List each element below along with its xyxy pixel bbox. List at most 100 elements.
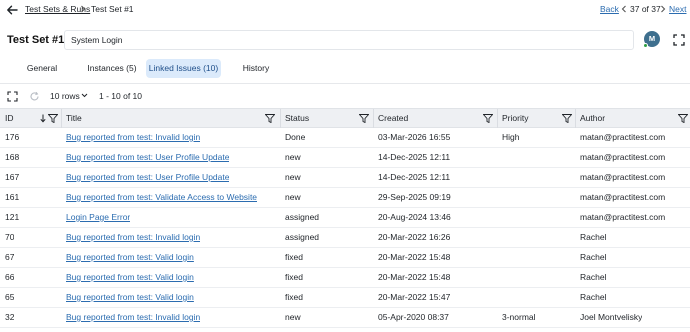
cell-author: Rachel (580, 252, 607, 262)
cell-status: new (285, 172, 301, 182)
cell-title-link[interactable]: Login Page Error (66, 208, 130, 227)
cell-author: Joel Montvelisky (580, 312, 643, 322)
grid-toolbar: 10 rows 1 - 10 of 10 (0, 88, 690, 106)
tab-history[interactable]: History (238, 59, 274, 78)
column-header-priority[interactable]: Priority (502, 109, 528, 128)
cell-id: 176 (5, 132, 20, 142)
table-row[interactable]: 70 Bug reported from test: Invalid login… (0, 228, 690, 248)
record-position: 37 of 37 (630, 4, 661, 14)
cell-id: 65 (5, 292, 15, 302)
cell-title-link[interactable]: Bug reported from test: User Profile Upd… (66, 148, 229, 167)
column-header-id[interactable]: ID (5, 109, 14, 128)
column-header-title[interactable]: Title (66, 109, 82, 128)
tab-bar: General Instances (5) Linked Issues (10)… (0, 58, 690, 84)
cell-created: 20-Mar-2022 15:48 (378, 272, 451, 282)
column-divider (575, 109, 576, 128)
sort-down-icon[interactable] (40, 114, 46, 123)
cell-status: Done (285, 132, 306, 142)
name-field[interactable]: System Login (64, 30, 634, 50)
cell-created: 14-Dec-2025 12:11 (378, 152, 451, 162)
cell-status: fixed (285, 272, 303, 282)
tab-instances[interactable]: Instances (5) (83, 59, 141, 78)
next-link[interactable]: Next (669, 4, 686, 14)
cell-created: 05-Apr-2020 08:37 (378, 312, 449, 322)
cell-status: new (285, 152, 301, 162)
cell-status: fixed (285, 252, 303, 262)
cell-title-link[interactable]: Bug reported from test: Valid login (66, 248, 194, 267)
column-header-status[interactable]: Status (285, 109, 309, 128)
cell-status: fixed (285, 292, 303, 302)
column-divider (373, 109, 374, 128)
tab-general[interactable]: General (23, 59, 61, 78)
table-row[interactable]: 32 Bug reported from test: Invalid login… (0, 308, 690, 328)
cell-id: 32 (5, 312, 15, 322)
cell-status: new (285, 312, 301, 322)
filter-icon[interactable] (483, 114, 493, 123)
cell-id: 161 (5, 192, 20, 202)
chevron-left-icon[interactable] (621, 5, 627, 13)
table-row[interactable]: 121 Login Page Error assigned 20-Aug-202… (0, 208, 690, 228)
cell-created: 03-Mar-2026 16:55 (378, 132, 451, 142)
rows-per-page-select[interactable]: 10 rows (50, 91, 80, 101)
filter-icon[interactable] (562, 114, 572, 123)
pagination-range: 1 - 10 of 10 (99, 91, 143, 101)
cell-status: assigned (285, 232, 320, 242)
cell-priority: 3-normal (502, 312, 536, 322)
table-row[interactable]: 176 Bug reported from test: Invalid logi… (0, 128, 690, 148)
top-bar: Test Sets & Runs Test Set #1 Back 37 of … (0, 0, 690, 20)
cell-id: 167 (5, 172, 20, 182)
cell-created: 20-Mar-2022 16:26 (378, 232, 451, 242)
table-row[interactable]: 66 Bug reported from test: Valid login f… (0, 268, 690, 288)
table-row[interactable]: 168 Bug reported from test: User Profile… (0, 148, 690, 168)
expand-icon[interactable] (7, 91, 18, 102)
back-link[interactable]: Back (600, 4, 619, 14)
back-arrow-icon[interactable] (6, 4, 18, 16)
chevron-right-icon[interactable] (660, 5, 666, 13)
cell-title-link[interactable]: Bug reported from test: Invalid login (66, 228, 200, 247)
table-row[interactable]: 65 Bug reported from test: Valid login f… (0, 288, 690, 308)
cell-id: 168 (5, 152, 20, 162)
cell-author: matan@practitest.com (580, 152, 666, 162)
table-row[interactable]: 67 Bug reported from test: Valid login f… (0, 248, 690, 268)
column-divider (497, 109, 498, 128)
expand-icon[interactable] (672, 33, 686, 47)
filter-icon[interactable] (265, 114, 275, 123)
column-divider (61, 109, 62, 128)
cell-title-link[interactable]: Bug reported from test: Valid login (66, 288, 194, 307)
cell-created: 14-Dec-2025 12:11 (378, 172, 451, 182)
cell-status: assigned (285, 212, 320, 222)
column-header-created[interactable]: Created (378, 109, 408, 128)
filter-icon[interactable] (359, 114, 369, 123)
cell-title-link[interactable]: Bug reported from test: Invalid login (66, 128, 200, 147)
cell-title-link[interactable]: Bug reported from test: User Profile Upd… (66, 168, 229, 187)
cell-id: 67 (5, 252, 15, 262)
cell-title-link[interactable]: Bug reported from test: Valid login (66, 268, 194, 287)
cell-created: 29-Sep-2025 09:19 (378, 192, 451, 202)
cell-title-link[interactable]: Bug reported from test: Validate Access … (66, 188, 257, 207)
breadcrumb-current: Test Set #1 (91, 4, 134, 14)
column-header-author[interactable]: Author (580, 109, 605, 128)
table-row[interactable]: 161 Bug reported from test: Validate Acc… (0, 188, 690, 208)
tab-linked-issues[interactable]: Linked Issues (10) (146, 59, 221, 78)
page-title: Test Set #1 (7, 34, 65, 46)
cell-priority: High (502, 132, 520, 142)
cell-created: 20-Mar-2022 15:48 (378, 252, 451, 262)
refresh-icon[interactable] (29, 91, 40, 102)
cell-author: matan@practitest.com (580, 192, 666, 202)
cell-id: 66 (5, 272, 15, 282)
filter-icon[interactable] (48, 114, 58, 123)
chevron-down-icon[interactable] (81, 93, 88, 98)
column-divider (280, 109, 281, 128)
cell-title-link[interactable]: Bug reported from test: Invalid login (66, 308, 200, 327)
cell-author: Rachel (580, 272, 607, 282)
table-header: ID Title Status Created Priority Author (0, 108, 690, 128)
filter-icon[interactable] (678, 114, 688, 123)
cell-status: new (285, 192, 301, 202)
presence-status-dot (643, 43, 648, 48)
cell-created: 20-Aug-2024 13:46 (378, 212, 451, 222)
cell-id: 121 (5, 212, 20, 222)
table-row[interactable]: 167 Bug reported from test: User Profile… (0, 168, 690, 188)
cell-author: Rachel (580, 292, 607, 302)
cell-author: matan@practitest.com (580, 212, 666, 222)
cell-author: matan@practitest.com (580, 172, 666, 182)
